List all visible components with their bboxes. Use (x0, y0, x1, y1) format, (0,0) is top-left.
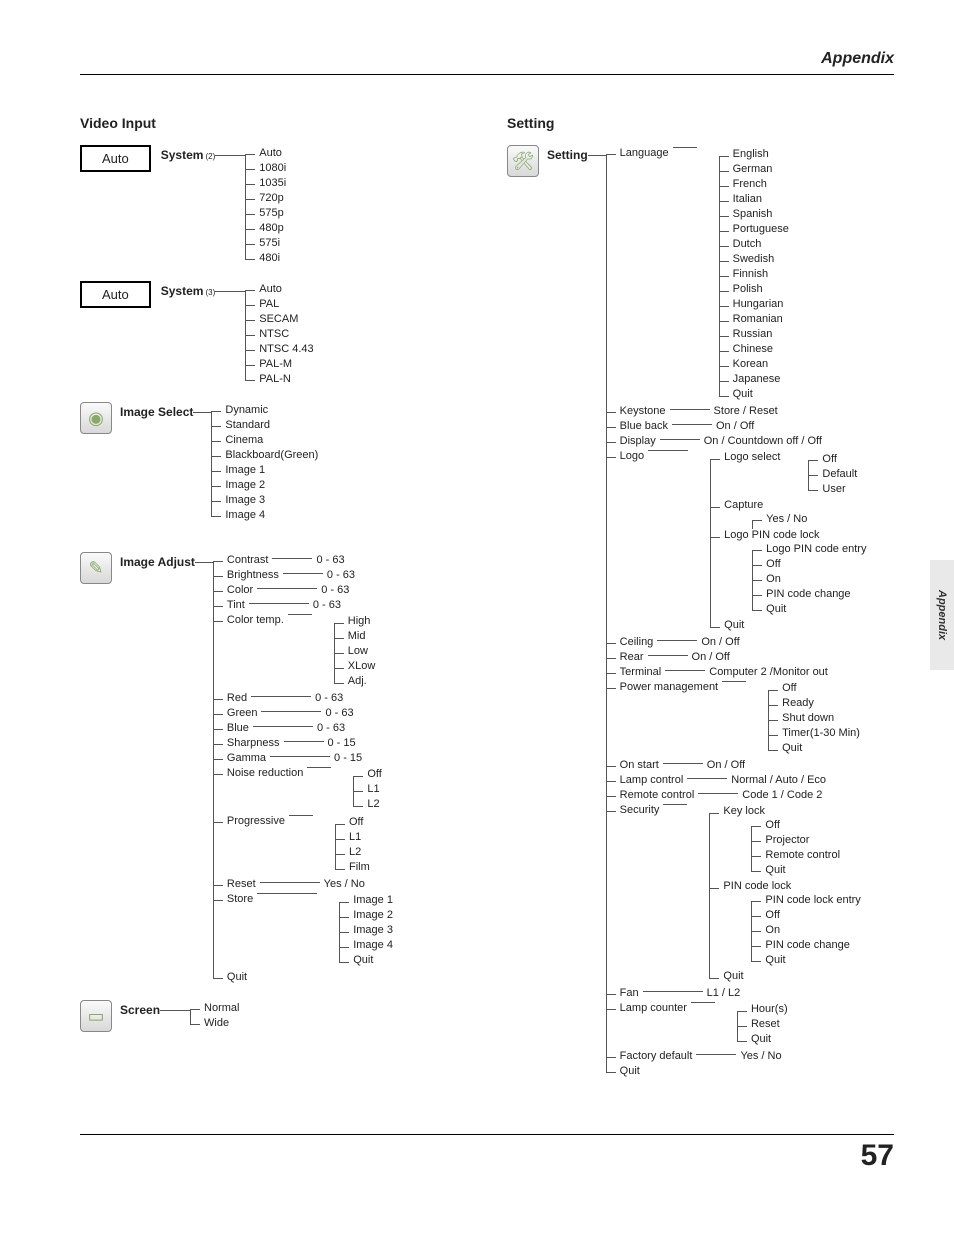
side-tab: Appendix (930, 560, 954, 670)
setting-icon: 🛠 (507, 145, 539, 177)
image-adjust-list: Contrast0 - 63 Brightness0 - 63 Color0 -… (213, 552, 393, 984)
system-2-list: Auto 1080i 1035i 720p 575p 480p 575i 480… (245, 145, 286, 265)
setting-title: Setting (507, 115, 894, 131)
screen-block: ▭ Screen Normal Wide (80, 1000, 467, 1032)
system-3-label: System (161, 278, 204, 298)
image-adjust-label: Image Adjust (120, 552, 195, 569)
page-header: Appendix (80, 50, 894, 75)
setting-tree: Language English German French Italian S… (606, 145, 867, 1078)
image-select-icon: ◉ (80, 402, 112, 434)
system-2-label: System (161, 142, 204, 162)
image-adjust-block: ✎ Image Adjust Contrast0 - 63 Brightness… (80, 552, 467, 984)
screen-icon: ▭ (80, 1000, 112, 1032)
screen-list: Normal Wide (190, 1000, 239, 1030)
page-number: 57 (80, 1134, 894, 1173)
system-3-block: Auto System(3) Auto PAL SECAM NTSC NTSC … (80, 281, 467, 386)
video-input-column: Video Input Auto System(2) Auto 1080i 10… (80, 115, 467, 1094)
screen-label: Screen (120, 1000, 160, 1017)
system-2-block: Auto System(2) Auto 1080i 1035i 720p 575… (80, 145, 467, 265)
setting-root: 🛠 Setting Language English German French… (507, 145, 894, 1078)
setting-label: Setting (547, 145, 588, 162)
setting-column: Setting 🛠 Setting Language English Germa… (507, 115, 894, 1094)
auto-box-2: Auto (80, 281, 151, 308)
system-3-list: Auto PAL SECAM NTSC NTSC 4.43 PAL-M PAL-… (245, 281, 313, 386)
image-select-block: ◉ Image Select Dynamic Standard Cinema B… (80, 402, 467, 522)
image-select-label: Image Select (120, 402, 193, 419)
image-select-list: Dynamic Standard Cinema Blackboard(Green… (211, 402, 318, 522)
auto-box-1: Auto (80, 145, 151, 172)
video-input-title: Video Input (80, 115, 467, 131)
image-adjust-icon: ✎ (80, 552, 112, 584)
